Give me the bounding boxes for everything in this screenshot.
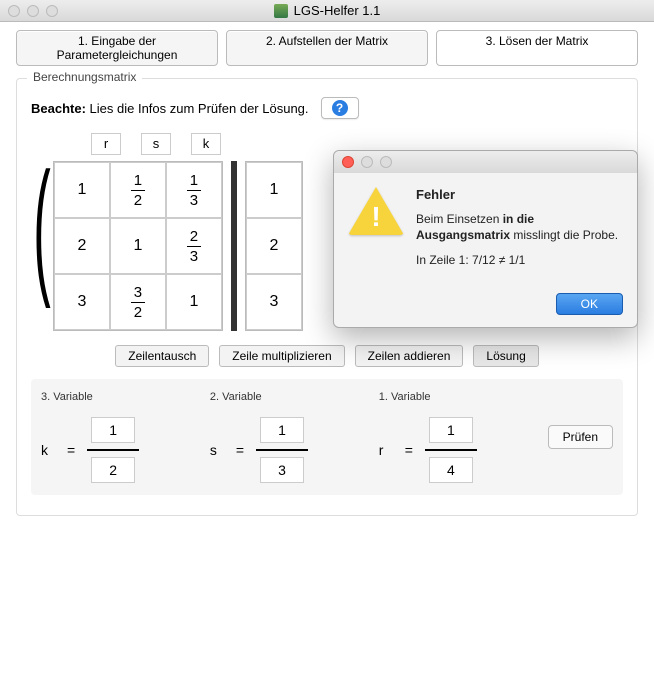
variable-name: s (210, 442, 224, 458)
equals-sign: = (236, 442, 244, 458)
dialog-footer: OK (334, 293, 637, 327)
matrix-cell: 1 (110, 218, 166, 274)
left-bracket-icon: ( (33, 162, 50, 290)
variable-name: r (379, 442, 393, 458)
dialog-title: Fehler (416, 187, 623, 202)
matrix-cell: 23 (166, 218, 222, 274)
subtab-zeilentausch[interactable]: Zeilentausch (115, 345, 209, 367)
variable-box: 2. Variable s = (210, 391, 365, 483)
denominator-input[interactable] (91, 457, 135, 483)
fraction-bar (256, 449, 308, 451)
warning-icon: ! (348, 187, 404, 237)
main-tabs: 1. Eingabe der Parametergleichungen 2. A… (0, 22, 654, 66)
window-title-bar: LGS-Helfer 1.1 (0, 0, 654, 22)
window-title: LGS-Helfer 1.1 (0, 3, 654, 18)
dialog-body: ! Fehler Beim Einsetzen in die Ausgangsm… (334, 173, 637, 293)
numerator-input[interactable] (429, 417, 473, 443)
matrix-cell: 32 (110, 274, 166, 330)
variable-name: k (41, 442, 55, 458)
col-label-s: s (141, 133, 171, 155)
app-icon (274, 4, 288, 18)
dialog-message-2: In Zeile 1: 7/12 ≠ 1/1 (416, 253, 623, 269)
matrix-cell: 12 (110, 162, 166, 218)
variable-box: 1. Variable r = (379, 391, 534, 483)
variable-title: 1. Variable (379, 391, 534, 403)
variable-title: 3. Variable (41, 391, 196, 403)
operation-tabs: Zeilentausch Zeile multiplizieren Zeilen… (31, 345, 623, 367)
matrix-cell: 13 (166, 162, 222, 218)
matrix-right: 123 (245, 161, 303, 331)
tab-loesen[interactable]: 3. Lösen der Matrix (436, 30, 638, 66)
matrix-cell: 2 (246, 218, 302, 274)
dialog-text: Fehler Beim Einsetzen in die Ausgangsmat… (416, 187, 623, 279)
denominator-input[interactable] (260, 457, 304, 483)
note-row: Beachte: Lies die Infos zum Prüfen der L… (31, 97, 623, 119)
groupbox-title: Berechnungsmatrix (27, 70, 142, 84)
dialog-minimize-icon (361, 156, 373, 168)
solution-panel: 3. Variablek=2. Variables=1. Variabler= … (31, 379, 623, 495)
fraction-bar (425, 449, 477, 451)
matrix-separator (231, 161, 237, 331)
dialog-message-1: Beim Einsetzen in die Ausgangsmatrix mis… (416, 212, 623, 243)
col-label-k: k (191, 133, 221, 155)
window-title-text: LGS-Helfer 1.1 (294, 3, 381, 18)
matrix-cell: 1 (54, 162, 110, 218)
tab-eingabe[interactable]: 1. Eingabe der Parametergleichungen (16, 30, 218, 66)
subtab-addieren[interactable]: Zeilen addieren (355, 345, 464, 367)
equals-sign: = (405, 442, 413, 458)
help-icon: ? (332, 100, 348, 116)
subtab-multiplizieren[interactable]: Zeile multiplizieren (219, 345, 344, 367)
error-dialog: ! Fehler Beim Einsetzen in die Ausgangsm… (333, 150, 638, 328)
matrix-cell: 1 (166, 274, 222, 330)
variable-title: 2. Variable (210, 391, 365, 403)
equals-sign: = (67, 442, 75, 458)
variable-box: 3. Variable k = (41, 391, 196, 483)
matrix-cell: 3 (54, 274, 110, 330)
dialog-zoom-icon (380, 156, 392, 168)
numerator-input[interactable] (91, 417, 135, 443)
tab-aufstellen[interactable]: 2. Aufstellen der Matrix (226, 30, 428, 66)
subtab-loesung[interactable]: Lösung (473, 345, 538, 367)
numerator-input[interactable] (260, 417, 304, 443)
matrix-cell: 1 (246, 162, 302, 218)
matrix-cell: 2 (54, 218, 110, 274)
matrix-cell: 3 (246, 274, 302, 330)
col-label-r: r (91, 133, 121, 155)
fraction-bar (87, 449, 139, 451)
dialog-close-icon[interactable] (342, 156, 354, 168)
pruefen-button[interactable]: Prüfen (548, 425, 613, 449)
denominator-input[interactable] (429, 457, 473, 483)
note-text: Beachte: Lies die Infos zum Prüfen der L… (31, 101, 309, 116)
matrix-left: 1121321233321 (53, 161, 223, 331)
dialog-title-bar (334, 151, 637, 173)
ok-button[interactable]: OK (556, 293, 623, 315)
help-button[interactable]: ? (321, 97, 359, 119)
